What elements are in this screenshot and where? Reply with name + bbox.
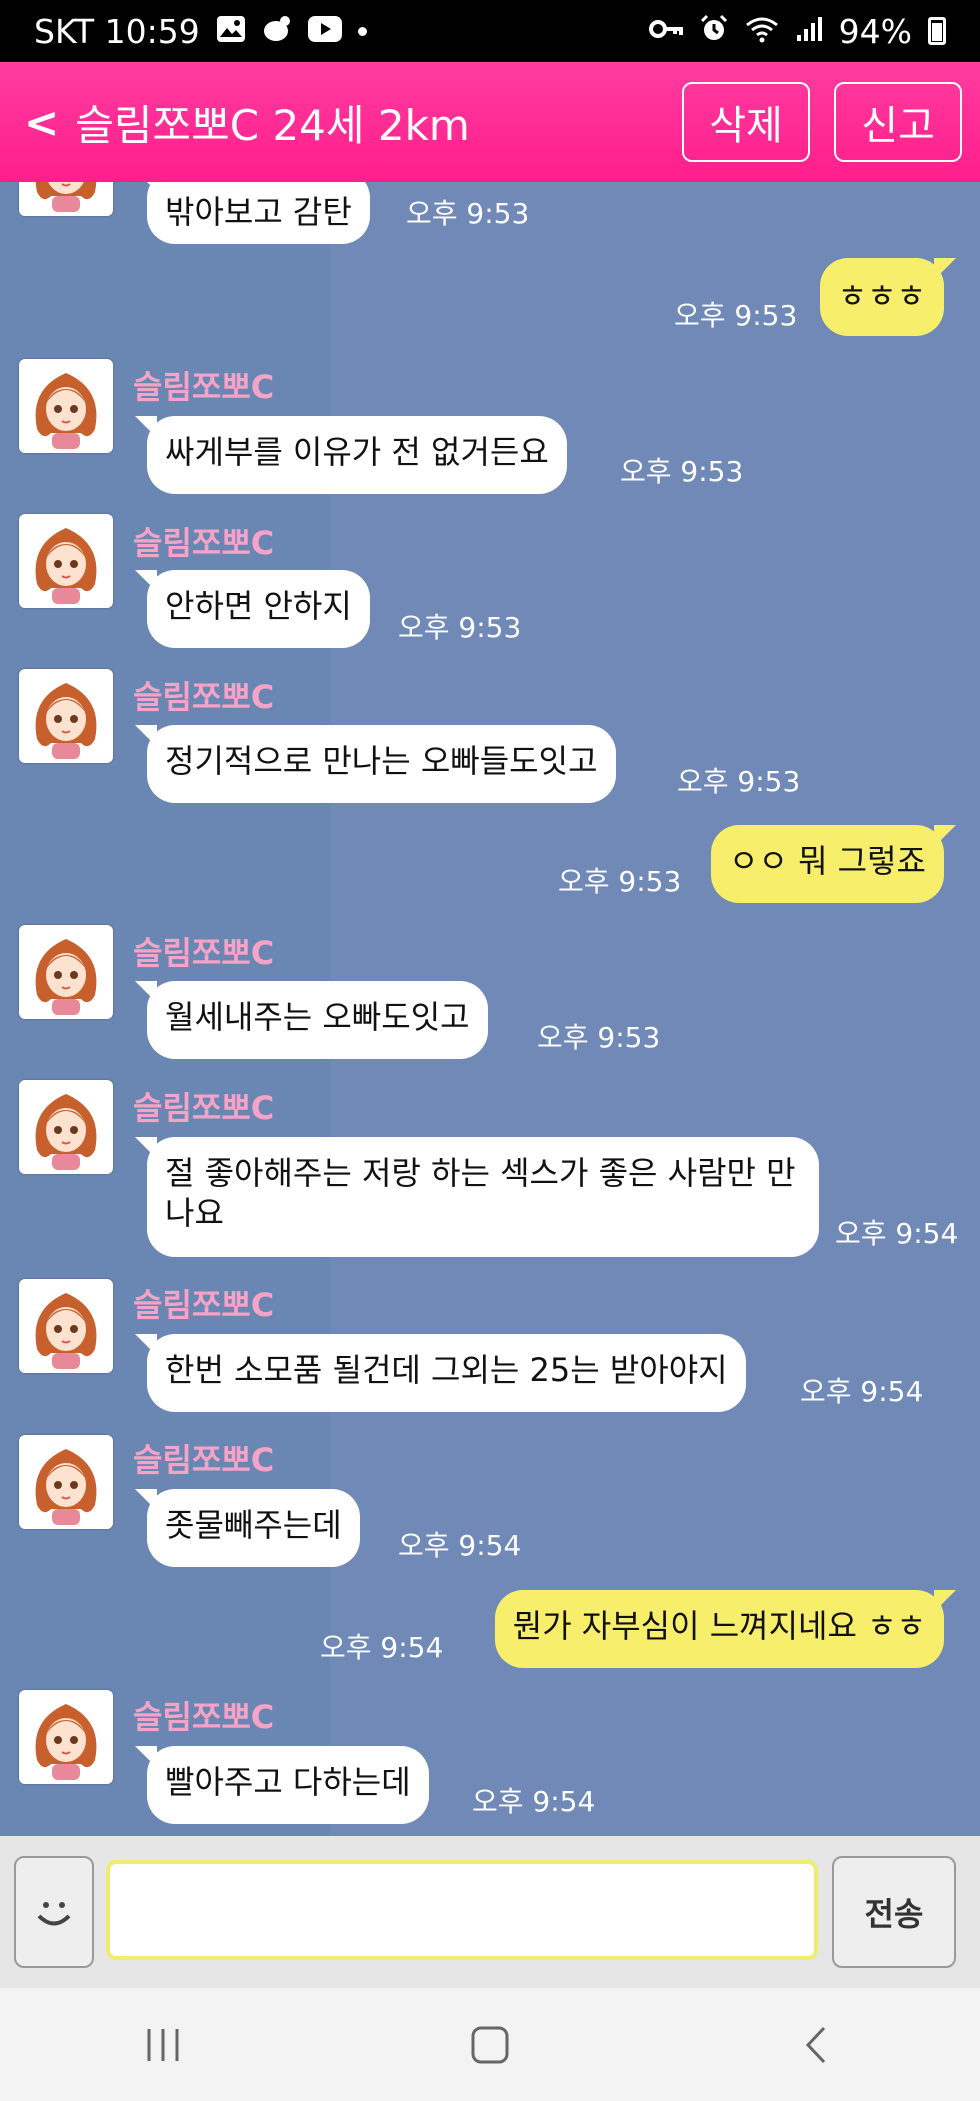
message-bubble-in: 한번 소모품 될건데 그외는 25는 받아야지 bbox=[135, 1334, 746, 1412]
avatar-face-icon bbox=[35, 1094, 97, 1170]
message-bubble-in: 안하면 안하지 bbox=[135, 570, 370, 648]
message-time: 오후 9:53 bbox=[620, 455, 744, 488]
avatar-face-icon bbox=[35, 683, 97, 759]
notification-dot-icon bbox=[357, 26, 367, 36]
avatar[interactable] bbox=[19, 669, 113, 763]
sender-name: 슬림쪼뽀C bbox=[133, 934, 275, 972]
avatar-face-icon bbox=[35, 1449, 97, 1525]
message-time: 오후 9:53 bbox=[558, 865, 682, 898]
avatar-face-icon bbox=[35, 528, 97, 604]
avatar[interactable] bbox=[19, 925, 113, 1019]
chat-area[interactable]: 밖아보고 감탄 오후 9:53 ㅎㅎㅎ 오후 9:53 슬림쪼뽀C 싸게부를 이… bbox=[0, 182, 980, 1836]
battery-percent: 94% bbox=[838, 11, 912, 51]
chat-title: 슬림쪼뽀C 24세 2km bbox=[75, 100, 470, 150]
avatar[interactable] bbox=[19, 1690, 113, 1784]
message-bubble-in: 월세내주는 오빠도잇고 bbox=[135, 981, 488, 1059]
message-time: 오후 9:54 bbox=[320, 1631, 444, 1664]
message-time: 오후 9:53 bbox=[398, 611, 522, 644]
battery-icon bbox=[928, 17, 946, 45]
sender-name: 슬림쪼뽀C bbox=[133, 368, 275, 406]
sender-name: 슬림쪼뽀C bbox=[133, 678, 275, 716]
alarm-icon bbox=[699, 14, 729, 49]
message-time: 오후 9:54 bbox=[835, 1217, 959, 1250]
message-bubble-in: 절 좋아해주는 저랑 하는 섹스가 좋은 사람만 만나요 bbox=[135, 1137, 819, 1257]
status-carrier-time: SKT 10:59 bbox=[34, 11, 200, 51]
back-icon[interactable] bbox=[777, 2005, 857, 2085]
signal-icon bbox=[795, 15, 823, 48]
send-button[interactable]: 전송 bbox=[832, 1856, 956, 1968]
avatar-face-icon bbox=[35, 1704, 97, 1780]
emoji-button[interactable] bbox=[14, 1856, 94, 1968]
sender-name: 슬림쪼뽀C bbox=[133, 1698, 275, 1736]
recent-apps-icon[interactable] bbox=[123, 2005, 203, 2085]
message-bubble-in: 밖아보고 감탄 bbox=[135, 182, 370, 244]
message-input[interactable] bbox=[106, 1860, 818, 1960]
avatar-face-icon bbox=[35, 1293, 97, 1369]
youtube-icon bbox=[307, 15, 342, 47]
avatar-face-icon bbox=[35, 373, 97, 449]
message-bubble-in: 정기적으로 만나는 오빠들도잇고 bbox=[135, 725, 616, 803]
system-nav-bar bbox=[0, 1988, 980, 2101]
avatar[interactable] bbox=[19, 1279, 113, 1373]
cup-icon bbox=[262, 15, 292, 48]
chat-header: < 슬림쪼뽀C 24세 2km 삭제 신고 bbox=[0, 62, 980, 182]
sender-name: 슬림쪼뽀C bbox=[133, 1441, 275, 1479]
avatar[interactable] bbox=[19, 359, 113, 453]
message-bubble-out: ㅎㅎㅎ bbox=[819, 258, 957, 336]
status-bar: SKT 10:59 94% bbox=[0, 0, 980, 62]
avatar[interactable] bbox=[19, 182, 113, 216]
message-input-bar: 전송 bbox=[0, 1836, 980, 1988]
message-time: 오후 9:53 bbox=[674, 299, 798, 332]
message-bubble-out: 뭔가 자부심이 느껴지네요 ㅎㅎ bbox=[494, 1590, 957, 1668]
sender-name: 슬림쪼뽀C bbox=[133, 1286, 275, 1324]
key-icon bbox=[648, 17, 683, 45]
avatar[interactable] bbox=[19, 1080, 113, 1174]
message-time: 오후 9:53 bbox=[677, 765, 801, 798]
delete-button[interactable]: 삭제 bbox=[682, 82, 810, 162]
message-time: 오후 9:54 bbox=[800, 1375, 924, 1408]
sender-name: 슬림쪼뽀C bbox=[133, 524, 275, 562]
message-bubble-in: 싸게부를 이유가 전 없거든요 bbox=[135, 416, 567, 494]
avatar-face-icon bbox=[35, 939, 97, 1015]
gallery-icon bbox=[216, 15, 246, 48]
message-time: 오후 9:54 bbox=[398, 1529, 522, 1562]
message-time: 오후 9:54 bbox=[472, 1785, 596, 1818]
smiley-icon bbox=[37, 1902, 71, 1926]
message-bubble-in: 빨아주고 다하는데 bbox=[135, 1746, 429, 1824]
message-time: 오후 9:53 bbox=[537, 1021, 661, 1054]
message-bubble-in: 좃물빼주는데 bbox=[135, 1489, 360, 1567]
wifi-icon bbox=[745, 15, 779, 48]
home-icon[interactable] bbox=[450, 2005, 530, 2085]
avatar[interactable] bbox=[19, 514, 113, 608]
report-button[interactable]: 신고 bbox=[834, 82, 962, 162]
message-bubble-out: ㅇㅇ 뭐 그렇죠 bbox=[711, 825, 956, 903]
avatar[interactable] bbox=[19, 1435, 113, 1529]
message-time: 오후 9:53 bbox=[406, 197, 530, 230]
back-chevron-icon[interactable]: < bbox=[24, 98, 59, 147]
avatar-face-icon bbox=[35, 182, 97, 212]
sender-name: 슬림쪼뽀C bbox=[133, 1089, 275, 1127]
